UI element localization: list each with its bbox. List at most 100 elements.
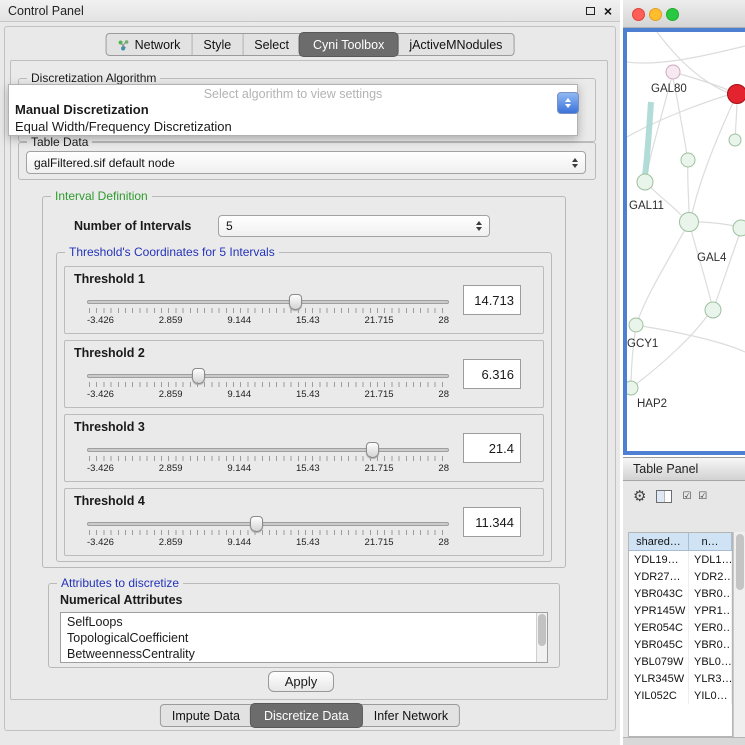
threshold-2-slider[interactable]: -3.426 2.859 9.144 15.43 21.715 28 [87, 367, 449, 405]
control-panel-titlebar[interactable]: Control Panel × [0, 0, 620, 22]
node-hap2[interactable] [627, 381, 638, 395]
scale-tick-label: 28 [438, 463, 449, 474]
scale-tick-label: 28 [438, 537, 449, 548]
cell[interactable]: YDL1… [689, 551, 732, 568]
apply-button[interactable]: Apply [268, 671, 334, 692]
scale-tick-label: 28 [438, 389, 449, 400]
node[interactable] [733, 220, 745, 236]
cell[interactable]: YBL0… [689, 653, 732, 670]
threshold-3-value-field[interactable]: 21.4 [463, 433, 521, 463]
cell[interactable]: YER054C [629, 619, 689, 636]
threshold-4-box: Threshold 4 -3.426 2.859 9.144 15.43 21.… [64, 488, 544, 556]
node[interactable] [681, 153, 695, 167]
cell[interactable]: YLR3… [689, 670, 732, 687]
tab-label: jActiveMNodules [409, 38, 502, 52]
algorithm-placeholder-option[interactable]: Select algorithm to view settings [9, 85, 577, 101]
select-columns-icon[interactable]: ☑ ☑ [682, 491, 709, 502]
tab-style[interactable]: Style [191, 34, 242, 55]
table-row[interactable]: YIL052CYIL0… [629, 687, 732, 704]
tab-cyni-toolbox[interactable]: Cyni Toolbox [299, 32, 398, 57]
columns-icon[interactable] [656, 490, 672, 503]
node-gal80[interactable] [666, 65, 680, 79]
scale-tick-label: -3.426 [87, 463, 114, 474]
table-row[interactable]: YBR043CYBR0… [629, 585, 732, 602]
threshold-1-value-field[interactable]: 14.713 [463, 285, 521, 315]
table-row[interactable]: YER054CYER0… [629, 619, 732, 636]
table-row[interactable]: YBL079WYBL0… [629, 653, 732, 670]
zoom-traffic-light[interactable] [666, 8, 679, 21]
numerical-attributes-listbox[interactable]: SelfLoops TopologicalCoefficient Between… [60, 612, 548, 663]
algorithm-option-equal-width[interactable]: Equal Width/Frequency Discretization [9, 118, 577, 135]
cell[interactable]: YDR2… [689, 568, 732, 585]
scale-tick-label: 9.144 [227, 389, 251, 400]
cell[interactable]: YBR043C [629, 585, 689, 602]
node-gal11[interactable] [637, 174, 653, 190]
column-header-shared-name[interactable]: shared… [629, 533, 689, 551]
node-table[interactable]: shared… n… YDL19…YDL1… YDR27…YDR2… YBR04… [628, 532, 733, 737]
node-selected-red[interactable] [728, 85, 745, 104]
tab-label: Infer Network [374, 709, 448, 723]
table-row[interactable]: YPR145WYPR1… [629, 602, 732, 619]
cell[interactable]: YDL19… [629, 551, 689, 568]
table-panel-header[interactable]: Table Panel [623, 457, 745, 481]
table-row[interactable]: YLR345WYLR3… [629, 670, 732, 687]
cell[interactable]: YBL079W [629, 653, 689, 670]
table-row[interactable]: YDR27…YDR2… [629, 568, 732, 585]
table-scrollbar[interactable] [733, 532, 745, 737]
threshold-1-slider[interactable]: -3.426 2.859 9.144 15.43 21.715 28 [87, 293, 449, 331]
highlighted-edge[interactable] [645, 102, 651, 175]
tab-network[interactable]: Network [107, 34, 192, 55]
scale-tick-label: 2.859 [159, 463, 183, 474]
cell[interactable]: YER0… [689, 619, 732, 636]
algorithm-combo-button[interactable] [557, 92, 579, 114]
scale-tick-label: 2.859 [159, 315, 183, 326]
cell[interactable]: YBR0… [689, 585, 732, 602]
threshold-2-value-field[interactable]: 6.316 [463, 359, 521, 389]
cell[interactable]: YLR345W [629, 670, 689, 687]
table-data-combobox[interactable]: galFiltered.sif default node [26, 151, 586, 174]
tab-impute-data[interactable]: Impute Data [161, 705, 251, 726]
scrollbar-thumb[interactable] [736, 534, 744, 590]
network-canvas[interactable]: GAL80 GAL11 GAL4 GCY1 HAP2 [627, 32, 745, 451]
close-window-button[interactable]: × [604, 4, 612, 18]
list-item[interactable]: SelfLoops [67, 614, 541, 630]
tab-discretize-data[interactable]: Discretize Data [250, 703, 363, 728]
cell[interactable]: YBR0… [689, 636, 732, 653]
threshold-4-slider[interactable]: -3.426 2.859 9.144 15.43 21.715 28 [87, 515, 449, 553]
cell[interactable]: YIL052C [629, 687, 689, 704]
list-item[interactable]: TopologicalCoefficient [67, 630, 541, 646]
cell[interactable]: YPR1… [689, 602, 732, 619]
list-item[interactable]: BetweennessCentrality [67, 646, 541, 662]
cell[interactable]: YBR045C [629, 636, 689, 653]
scale-tick-label: 9.144 [227, 537, 251, 548]
node[interactable] [705, 302, 721, 318]
tab-label: Cyni Toolbox [313, 38, 384, 52]
float-window-button[interactable] [586, 7, 595, 15]
number-of-intervals-combobox[interactable]: 5 [218, 215, 490, 237]
tab-select[interactable]: Select [242, 34, 300, 55]
table-row[interactable]: YDL19…YDL1… [629, 551, 732, 568]
algorithm-option-manual[interactable]: Manual Discretization [9, 101, 577, 118]
minimize-traffic-light[interactable] [649, 8, 662, 21]
list-scrollbar[interactable] [536, 613, 547, 662]
network-window-titlebar[interactable] [623, 0, 745, 28]
cell[interactable]: YPR145W [629, 602, 689, 619]
table-panel-body: ⚙ ☑ ☑ shared… n… YDL19…YDL1… YDR27…YDR2…… [623, 481, 745, 745]
cell[interactable]: YDR27… [629, 568, 689, 585]
table-row[interactable]: YBR045CYBR0… [629, 636, 732, 653]
scrollbar-thumb[interactable] [538, 614, 546, 646]
tab-jactivemnodules[interactable]: jActiveMNodules [397, 34, 513, 55]
cell[interactable]: YIL0… [689, 687, 732, 704]
tab-infer-network[interactable]: Infer Network [362, 705, 459, 726]
threshold-4-value-field[interactable]: 11.344 [463, 507, 521, 537]
node-gal4[interactable] [680, 213, 699, 232]
thresholds-group-title: Threshold's Coordinates for 5 Intervals [65, 245, 279, 259]
gear-icon[interactable]: ⚙ [633, 489, 646, 504]
column-header-name[interactable]: n… [689, 533, 732, 551]
threshold-3-slider[interactable]: -3.426 2.859 9.144 15.43 21.715 28 [87, 441, 449, 479]
screen: Control Panel × Network Style Select [0, 0, 745, 745]
node[interactable] [729, 134, 741, 146]
close-traffic-light[interactable] [632, 8, 645, 21]
node-gcy1[interactable] [629, 318, 643, 332]
network-icon [118, 39, 130, 51]
